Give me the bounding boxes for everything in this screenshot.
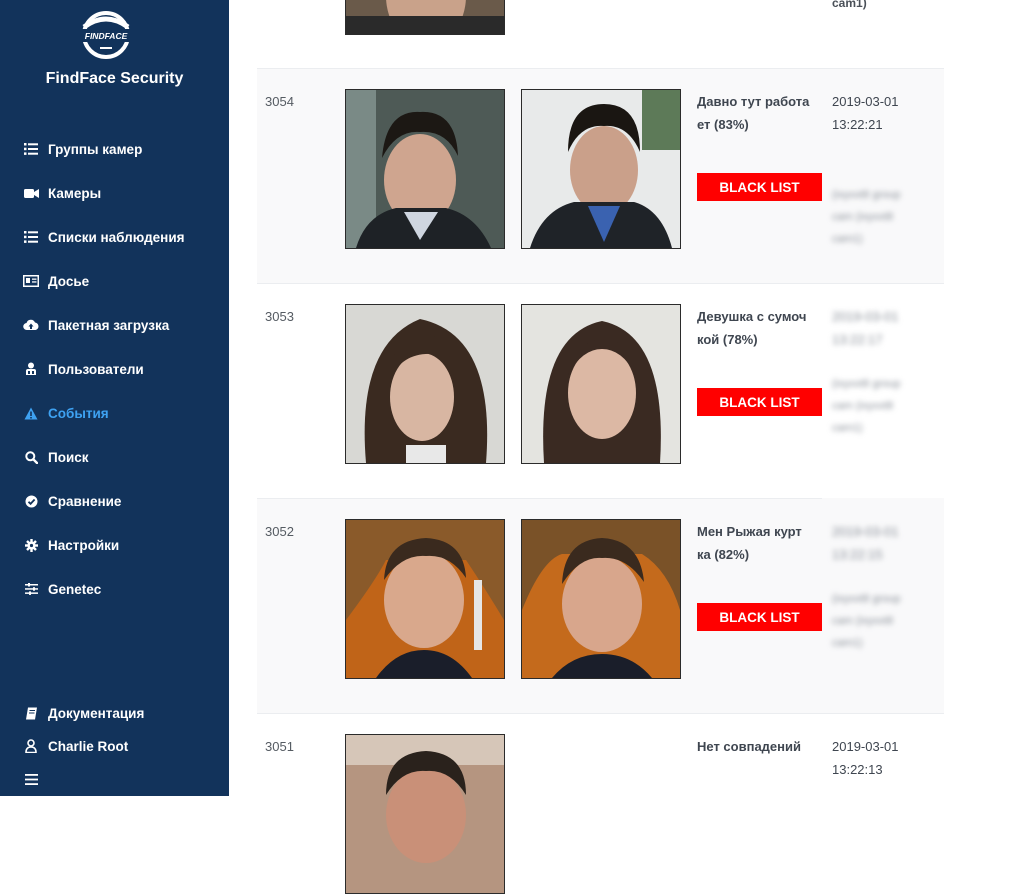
camera-name: cam1) (832, 0, 867, 10)
watch-list-badge: BLACK LIST (697, 603, 822, 631)
event-face-thumbnail[interactable] (345, 519, 505, 679)
table-row[interactable]: cam1) (257, 0, 944, 68)
nav-camera-groups[interactable]: Группы камер (22, 137, 142, 161)
nav-events[interactable]: События (22, 401, 109, 425)
event-time: 13:22:21 (832, 117, 883, 132)
camera-name[interactable]: (ixyxxt8 group cam (ixyxxt8 cam1) (832, 373, 942, 439)
event-date: 2019-03-01 (832, 739, 899, 754)
nav-documentation[interactable]: Документация (22, 701, 144, 725)
search-icon (22, 448, 40, 466)
nav-label: Группы камер (48, 141, 143, 157)
match-name[interactable]: Девушка с сумоч кой (78%) (697, 305, 819, 351)
nav-compare[interactable]: Сравнение (22, 489, 121, 513)
check-circle-icon (22, 492, 40, 510)
table-row[interactable]: 3052 Мен Рыжая курт ка (82%) BLACK LIST … (257, 498, 944, 713)
nav-genetec[interactable]: Genetec (22, 577, 101, 601)
event-time: 13:22:17 (832, 332, 883, 347)
nav-label: Genetec (48, 581, 102, 597)
nav-user-profile[interactable]: Charlie Root (22, 734, 128, 758)
match-name: Нет совпадений (697, 739, 801, 754)
svg-text:FINDFACE: FINDFACE (85, 31, 128, 41)
nav-search[interactable]: Поиск (22, 445, 89, 469)
nav-cameras[interactable]: Камеры (22, 181, 101, 205)
table-row[interactable]: 3053 Девушка с сумоч кой (78%) BLACK LIS… (257, 283, 944, 498)
nav-label: Поиск (48, 449, 89, 465)
event-date: 2019-03-01 (832, 309, 899, 324)
id-card-icon (22, 272, 40, 290)
warning-icon (22, 404, 40, 422)
cloud-upload-icon (22, 316, 40, 334)
nav-batch-upload[interactable]: Пакетная загрузка (22, 313, 169, 337)
book-icon (22, 704, 40, 722)
event-face-thumbnail[interactable] (345, 89, 505, 249)
match-name[interactable]: Давно тут работа ет (83%) (697, 90, 819, 136)
event-date: 2019-03-01 (832, 94, 899, 109)
video-camera-icon (22, 184, 40, 202)
sliders-icon (22, 580, 40, 598)
hamburger-icon (22, 770, 40, 788)
event-time: 13:22:13 (832, 762, 883, 777)
list-icon (22, 140, 40, 158)
event-time: 13:22:15 (832, 547, 883, 562)
nav-label: События (48, 405, 109, 421)
nav-label: Досье (48, 273, 90, 289)
event-face-thumbnail[interactable] (345, 304, 505, 464)
nav-settings[interactable]: Настройки (22, 533, 119, 557)
user-icon (22, 737, 40, 755)
nav-label: Пакетная загрузка (48, 317, 170, 333)
nav-label: Списки наблюдения (48, 229, 185, 245)
list-icon (22, 228, 40, 246)
gear-icon (22, 536, 40, 554)
event-id: 3051 (265, 739, 294, 754)
nav-dossier[interactable]: Досье (22, 269, 89, 293)
camera-name[interactable]: (ixyxxt8 group cam (ixyxxt8 cam1) (832, 588, 942, 654)
sidebar: FINDFACE FindFace Security Группы камер … (0, 0, 229, 796)
dossier-face-thumbnail[interactable] (521, 519, 681, 679)
nav-label: Документация (48, 705, 145, 721)
nav-label: Камеры (48, 185, 102, 201)
event-face-thumbnail[interactable] (345, 0, 505, 35)
dossier-face-thumbnail[interactable] (521, 89, 681, 249)
nav-watch-lists[interactable]: Списки наблюдения (22, 225, 185, 249)
nav-label: Charlie Root (48, 738, 129, 754)
nav-label: Сравнение (48, 493, 122, 509)
table-row[interactable]: 3054 Давно тут работа ет (83%) BLACK LIS… (257, 68, 944, 283)
match-name[interactable]: Мен Рыжая курт ка (82%) (697, 520, 819, 566)
watch-list-badge: BLACK LIST (697, 388, 822, 416)
event-id: 3053 (265, 309, 294, 324)
events-list: cam1) 3054 Давно тут работа ет (83%) BLA… (229, 0, 1031, 894)
nav-label: Пользователи (48, 361, 144, 377)
event-id: 3052 (265, 524, 294, 539)
event-id: 3054 (265, 94, 294, 109)
event-date: 2019-03-01 (832, 524, 899, 539)
nav-label: Настройки (48, 537, 120, 553)
dossier-face-thumbnail[interactable] (521, 304, 681, 464)
users-icon (22, 360, 40, 378)
app-title: FindFace Security (45, 70, 184, 87)
watch-list-badge: BLACK LIST (697, 173, 822, 201)
camera-name[interactable]: (ixyxxt8 group cam (ixyxxt8 cam1) (832, 184, 942, 250)
findface-logo[interactable]: FINDFACE (78, 7, 134, 63)
nav-users[interactable]: Пользователи (22, 357, 144, 381)
table-row[interactable]: 3051 Нет совпадений 2019-03-01 13:22:13 (257, 713, 944, 894)
event-face-thumbnail[interactable] (345, 734, 505, 894)
menu-toggle-button[interactable] (22, 767, 48, 791)
